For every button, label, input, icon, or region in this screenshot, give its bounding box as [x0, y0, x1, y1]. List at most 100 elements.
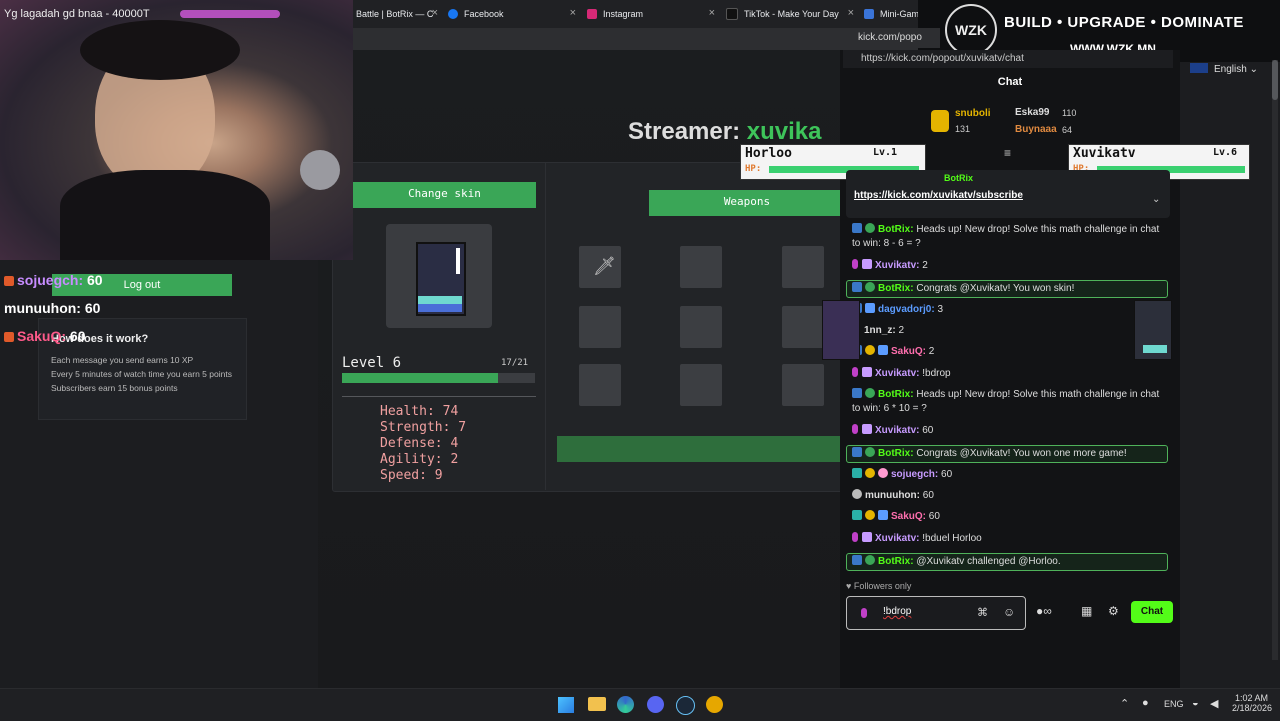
- leaderboard-user: munuuhon:: [4, 300, 81, 316]
- chat-username[interactable]: BotRix:: [878, 448, 914, 459]
- app-icon[interactable]: [706, 696, 723, 713]
- chat-text: 60: [922, 425, 934, 436]
- duel-sprite-right: [1134, 300, 1172, 360]
- mic-badge: [852, 259, 858, 269]
- weapon-slot[interactable]: [579, 364, 621, 406]
- weapon-slot[interactable]: [579, 306, 621, 348]
- weapon-slot[interactable]: [680, 246, 722, 288]
- chat-username[interactable]: SakuQ:: [891, 346, 926, 357]
- star-badge: [865, 303, 875, 313]
- points-icon[interactable]: ●∞: [1036, 604, 1052, 618]
- close-icon[interactable]: ×: [570, 7, 576, 19]
- tab-instagram[interactable]: Instagram ×: [587, 4, 719, 24]
- input-language[interactable]: ENG: [1164, 699, 1184, 709]
- mic-icon: [861, 608, 867, 618]
- chat-username[interactable]: BotRix:: [878, 224, 914, 235]
- chat-input-value[interactable]: !bdrop: [883, 606, 911, 617]
- how-lines: Each message you send earns 10 XP Every …: [51, 353, 232, 395]
- chat-input[interactable]: !bdrop ⌘ ☺: [846, 596, 1026, 630]
- chat-username[interactable]: munuuhon:: [865, 490, 920, 501]
- filter-icon[interactable]: ≡: [1004, 146, 1011, 160]
- duel-player-level: Lv.1: [873, 147, 898, 158]
- emoji-icon[interactable]: ☺: [1003, 605, 1015, 619]
- language-select[interactable]: English ⌄: [1190, 63, 1258, 75]
- chat-username[interactable]: dagvadorj0:: [878, 304, 935, 315]
- stat-agility: Agility: 2: [380, 452, 459, 467]
- chat-username[interactable]: SakuQ:: [891, 511, 926, 522]
- tab-label: Instagram: [603, 9, 644, 19]
- chat-message: Xuvikatv: !bdrop: [852, 367, 1168, 381]
- chat-text: Congrats @Xuvikatv! You won skin!: [916, 283, 1075, 294]
- sprite-legs: [1143, 345, 1167, 353]
- tab-facebook[interactable]: Facebook ×: [448, 4, 580, 24]
- chat-username[interactable]: 1nn_z:: [864, 325, 896, 336]
- weapon-slot[interactable]: [782, 364, 824, 406]
- scrollbar-thumb[interactable]: [1272, 60, 1278, 100]
- sword-sprite: [456, 248, 460, 274]
- chevron-down-icon: ⌄: [1249, 64, 1258, 75]
- weapon-slot[interactable]: [680, 364, 722, 406]
- chat-message: munuuhon: 60: [852, 489, 1168, 503]
- volume-icon[interactable]: ◀: [1210, 697, 1218, 710]
- chat-username[interactable]: Xuvikatv:: [875, 425, 919, 436]
- chat-message: SakuQ: 60: [852, 510, 1168, 524]
- weapon-slot[interactable]: [782, 246, 824, 288]
- close-icon[interactable]: ×: [709, 7, 715, 19]
- pinned-link[interactable]: https://kick.com/xuvikatv/subscribe: [854, 190, 1023, 201]
- chat-username[interactable]: Xuvikatv:: [875, 533, 919, 544]
- scrollbar[interactable]: [1272, 60, 1278, 660]
- tab-mini-game[interactable]: Mini-Game: [864, 4, 924, 24]
- clock[interactable]: 1:02 AM 2/18/2026: [1232, 693, 1272, 713]
- change-skin-button[interactable]: Change skin: [353, 182, 536, 208]
- chat-username[interactable]: BotRix:: [878, 556, 914, 567]
- tab-battle-botrix[interactable]: Battle | BotRix — C ×: [356, 4, 442, 24]
- gifter-badge: [865, 510, 875, 520]
- chat-username[interactable]: sojuegch:: [891, 469, 938, 480]
- network-icon[interactable]: ◒: [1192, 697, 1199, 709]
- store-icon[interactable]: ▦: [1081, 604, 1092, 618]
- close-icon[interactable]: ×: [848, 7, 854, 19]
- how-line: Every 5 minutes of watch time you earn 5…: [51, 369, 232, 379]
- weapon-slot[interactable]: [782, 306, 824, 348]
- microphone: [300, 150, 340, 190]
- sub-badge: [862, 259, 872, 269]
- chat-username[interactable]: BotRix:: [878, 389, 914, 400]
- og-badge: [852, 510, 862, 520]
- weapon-slot[interactable]: [680, 306, 722, 348]
- divider: [545, 162, 546, 490]
- chat-message: Xuvikatv: 60: [852, 424, 1168, 438]
- steam-icon[interactable]: [676, 696, 695, 715]
- gear-icon[interactable]: ⚙: [1108, 604, 1119, 618]
- star-badge: [878, 345, 888, 355]
- how-line: Subscribers earn 15 bonus points: [51, 383, 178, 393]
- discord-icon[interactable]: [647, 696, 664, 713]
- leaderboard-score: 60: [84, 300, 101, 316]
- tab-tiktok[interactable]: TikTok - Make Your Day ×: [726, 4, 858, 24]
- equip-button[interactable]: [557, 436, 842, 462]
- command-icon[interactable]: ⌘: [977, 606, 988, 619]
- windows-start-icon[interactable]: [558, 697, 574, 713]
- weapons-button[interactable]: Weapons: [649, 190, 845, 216]
- star-badge: [878, 510, 888, 520]
- brand-tagline: BUILD • UPGRADE • DOMINATE: [1004, 14, 1244, 31]
- chat-username[interactable]: Xuvikatv:: [875, 368, 919, 379]
- chevron-down-icon[interactable]: ⌄: [1152, 194, 1160, 205]
- popup-url: https://kick.com/popout/xuvikatv/chat: [843, 50, 1173, 68]
- file-explorer-icon[interactable]: [588, 697, 606, 711]
- chat-username[interactable]: BotRix:: [878, 283, 914, 294]
- weapon-slot[interactable]: 🗡: [579, 246, 621, 288]
- gifter-badge: [865, 468, 875, 478]
- chevron-up-icon[interactable]: ⌃: [1120, 697, 1129, 710]
- mic-icon[interactable]: ●: [1142, 697, 1149, 709]
- taskbar: ⌃ ● ENG ◒ ◀ 1:02 AM 2/18/2026: [0, 688, 1280, 721]
- trophy-icon: [931, 110, 949, 132]
- chat-text: 3: [937, 304, 944, 315]
- send-chat-button[interactable]: Chat: [1131, 601, 1173, 623]
- og-badge: [852, 468, 862, 478]
- chat-text: 2: [922, 260, 928, 271]
- edge-browser-icon[interactable]: [617, 696, 634, 713]
- leaderboard-score: 60: [87, 272, 103, 288]
- chat-username[interactable]: Xuvikatv:: [875, 260, 919, 271]
- close-icon[interactable]: ×: [432, 7, 438, 19]
- leaderboard-row: sojuegch: 60: [4, 266, 103, 294]
